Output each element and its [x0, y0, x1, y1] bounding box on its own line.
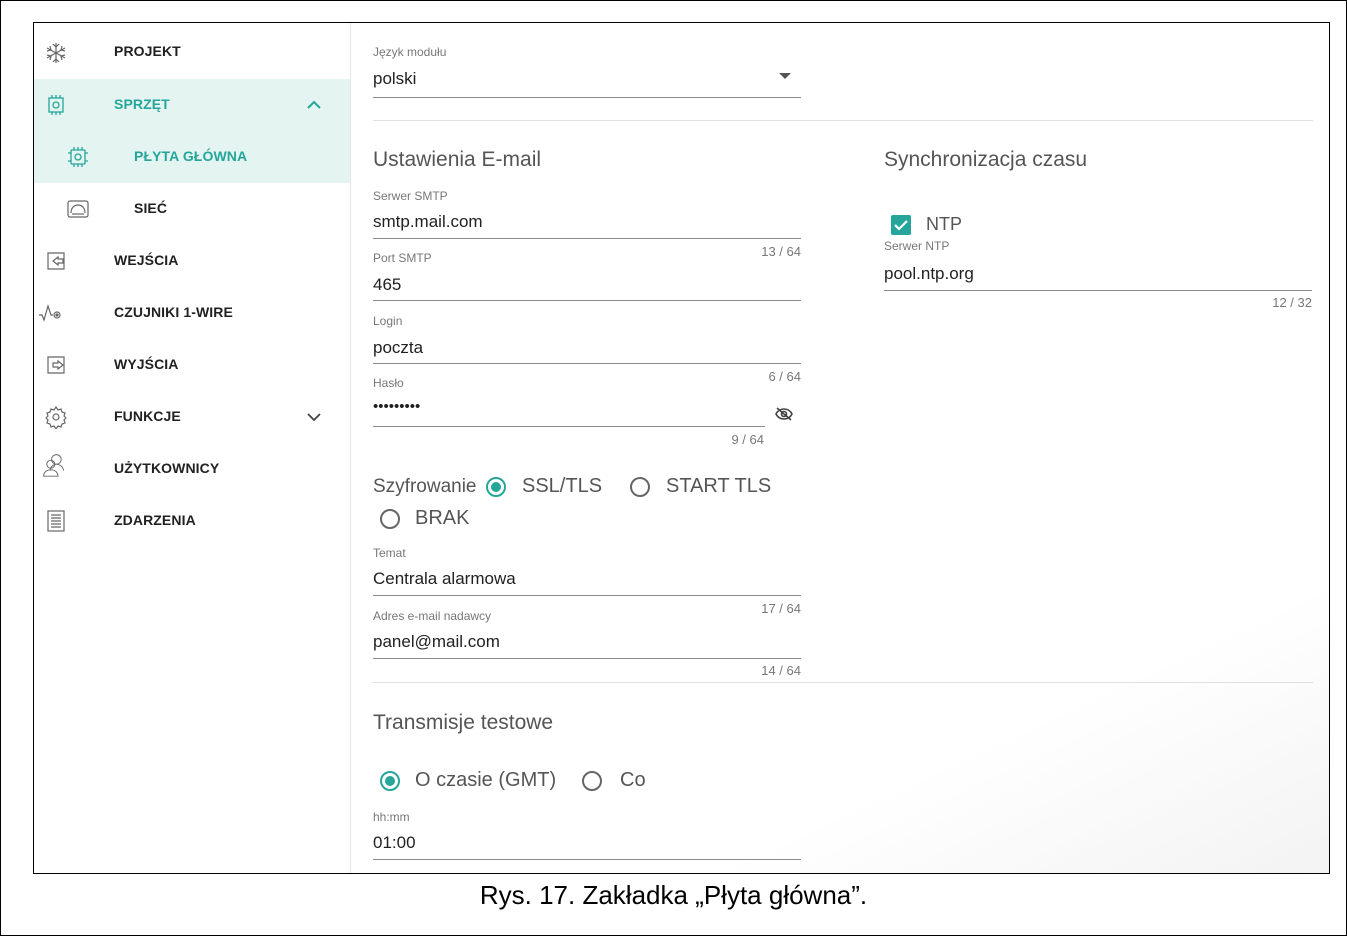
- sidebar-item-label: WYJŚCIA: [114, 356, 179, 372]
- smtp-server-label: Serwer SMTP: [373, 189, 448, 203]
- time-label: hh:mm: [373, 810, 410, 824]
- sidebar-item-label: WEJŚCIA: [114, 252, 179, 268]
- ntp-server-counter: 12 / 32: [1272, 295, 1312, 310]
- sidebar-item-sprzet[interactable]: SPRZĘT: [34, 79, 350, 131]
- ntp-label: NTP: [926, 214, 962, 234]
- radio-co[interactable]: [582, 771, 602, 791]
- subject-counter: 17 / 64: [761, 601, 801, 616]
- sensor-icon: [38, 301, 62, 325]
- password-underline: [373, 426, 765, 427]
- radio-brak[interactable]: [380, 509, 400, 529]
- time-sync-title: Synchronizacja czasu: [884, 148, 1088, 171]
- time-input[interactable]: 01:00: [373, 833, 416, 853]
- sender-counter: 14 / 64: [761, 663, 801, 678]
- subject-underline: [373, 595, 801, 596]
- radio-o-czasie-label: O czasie (GMT): [415, 769, 557, 791]
- dropdown-arrow-icon: [779, 73, 791, 79]
- sidebar-item-projekt[interactable]: PROJEKT: [34, 27, 350, 79]
- radio-ssl-tls-text: SSL/TLS: [522, 475, 603, 497]
- radio-co-label: Co: [620, 769, 646, 791]
- sidebar-item-zdarzenia[interactable]: ZDARZENIA: [34, 495, 350, 547]
- network-icon: [66, 197, 90, 221]
- figure-caption: Rys. 17. Zakładka „Płyta główna”.: [479, 880, 868, 910]
- sidebar-item-wyjscia[interactable]: WYJŚCIA: [34, 339, 350, 391]
- ntp-checkbox[interactable]: [891, 215, 911, 235]
- sidebar-item-label: PŁYTA GŁÓWNA: [134, 148, 248, 164]
- app-window: PROJEKT SPRZĘT PŁYTA GŁÓWNA SIEĆ WEJŚCIA…: [33, 22, 1330, 874]
- sidebar: PROJEKT SPRZĘT PŁYTA GŁÓWNA SIEĆ WEJŚCIA…: [34, 23, 350, 873]
- users-icon: [42, 453, 70, 483]
- smtp-server-counter: 13 / 64: [761, 244, 801, 259]
- output-icon: [44, 353, 68, 377]
- sidebar-item-wejscia[interactable]: WEJŚCIA: [34, 235, 350, 287]
- subject-label: Temat: [373, 546, 406, 560]
- section-divider: [373, 682, 1313, 683]
- ntp-server-label: Serwer NTP: [884, 239, 950, 253]
- sidebar-item-label: PROJEKT: [114, 43, 181, 59]
- sender-label: Adres e-mail nadawcy: [373, 609, 492, 623]
- sender-underline: [373, 658, 801, 659]
- smtp-port-input[interactable]: 465: [373, 275, 401, 295]
- test-section-title: Transmisje testowe: [373, 711, 554, 734]
- smtp-port-underline: [373, 300, 801, 301]
- time-underline: [373, 859, 801, 860]
- gear-icon: [44, 405, 68, 429]
- sidebar-item-label: ZDARZENIA: [114, 512, 196, 528]
- sidebar-item-label: SIEĆ: [134, 200, 168, 216]
- password-input[interactable]: •••••••••: [373, 398, 420, 415]
- login-label: Login: [373, 314, 403, 328]
- language-select[interactable]: Język modułu polski: [373, 45, 801, 99]
- sidebar-item-plyta-glowna[interactable]: PŁYTA GŁÓWNA: [34, 131, 350, 183]
- snowflake-icon: [44, 41, 68, 65]
- sidebar-divider: [350, 23, 351, 873]
- login-underline: [373, 363, 801, 364]
- eye-off-icon[interactable]: [774, 406, 794, 422]
- smtp-port-label: Port SMTP: [373, 251, 432, 265]
- smtp-server-underline: [373, 238, 801, 239]
- radio-o-czasie[interactable]: [380, 771, 400, 791]
- sidebar-item-label: CZUJNIKI 1-WIRE: [114, 304, 233, 320]
- login-input[interactable]: poczta: [373, 338, 423, 358]
- radio-brak-label: BRAK: [415, 507, 470, 529]
- radio-start-tls[interactable]: [630, 477, 650, 497]
- radio-ssl-tls[interactable]: [486, 477, 506, 497]
- sidebar-item-uzytkownicy[interactable]: UŻYTKOWNICY: [34, 443, 350, 495]
- section-divider: [373, 120, 1313, 121]
- password-label: Hasło: [373, 376, 404, 390]
- chevron-up-icon[interactable]: [304, 95, 324, 115]
- sidebar-item-label: UŻYTKOWNICY: [114, 460, 220, 476]
- ntp-server-underline: [884, 290, 1312, 291]
- chip-gear-icon: [66, 145, 90, 169]
- sidebar-item-siec[interactable]: SIEĆ: [34, 183, 350, 235]
- language-underline: [373, 97, 801, 98]
- sidebar-item-label: SPRZĘT: [114, 96, 170, 112]
- encryption-label: Szyfrowanie: [373, 476, 477, 497]
- login-counter: 6 / 64: [768, 369, 801, 384]
- document-icon: [44, 509, 68, 533]
- chip-icon: [44, 93, 68, 117]
- chevron-down-icon[interactable]: [304, 407, 324, 427]
- sidebar-item-funkcje[interactable]: FUNKCJE: [34, 391, 350, 443]
- input-icon: [44, 249, 68, 273]
- radio-ssl-tls-label: SSL/TLS: [522, 475, 602, 498]
- language-value: polski: [373, 69, 417, 88]
- sidebar-item-label: FUNKCJE: [114, 408, 181, 424]
- password-counter: 9 / 64: [731, 432, 764, 447]
- sidebar-item-czujniki[interactable]: CZUJNIKI 1-WIRE: [34, 287, 350, 339]
- subject-input[interactable]: Centrala alarmowa: [373, 569, 516, 589]
- email-section-title: Ustawienia E-mail: [373, 148, 542, 171]
- sender-input[interactable]: panel@mail.com: [373, 632, 500, 652]
- smtp-server-input[interactable]: smtp.mail.com: [373, 212, 483, 232]
- radio-start-tls-label: START TLS: [666, 475, 772, 497]
- language-label: Język modułu: [373, 45, 447, 59]
- ntp-server-input[interactable]: pool.ntp.org: [884, 264, 974, 284]
